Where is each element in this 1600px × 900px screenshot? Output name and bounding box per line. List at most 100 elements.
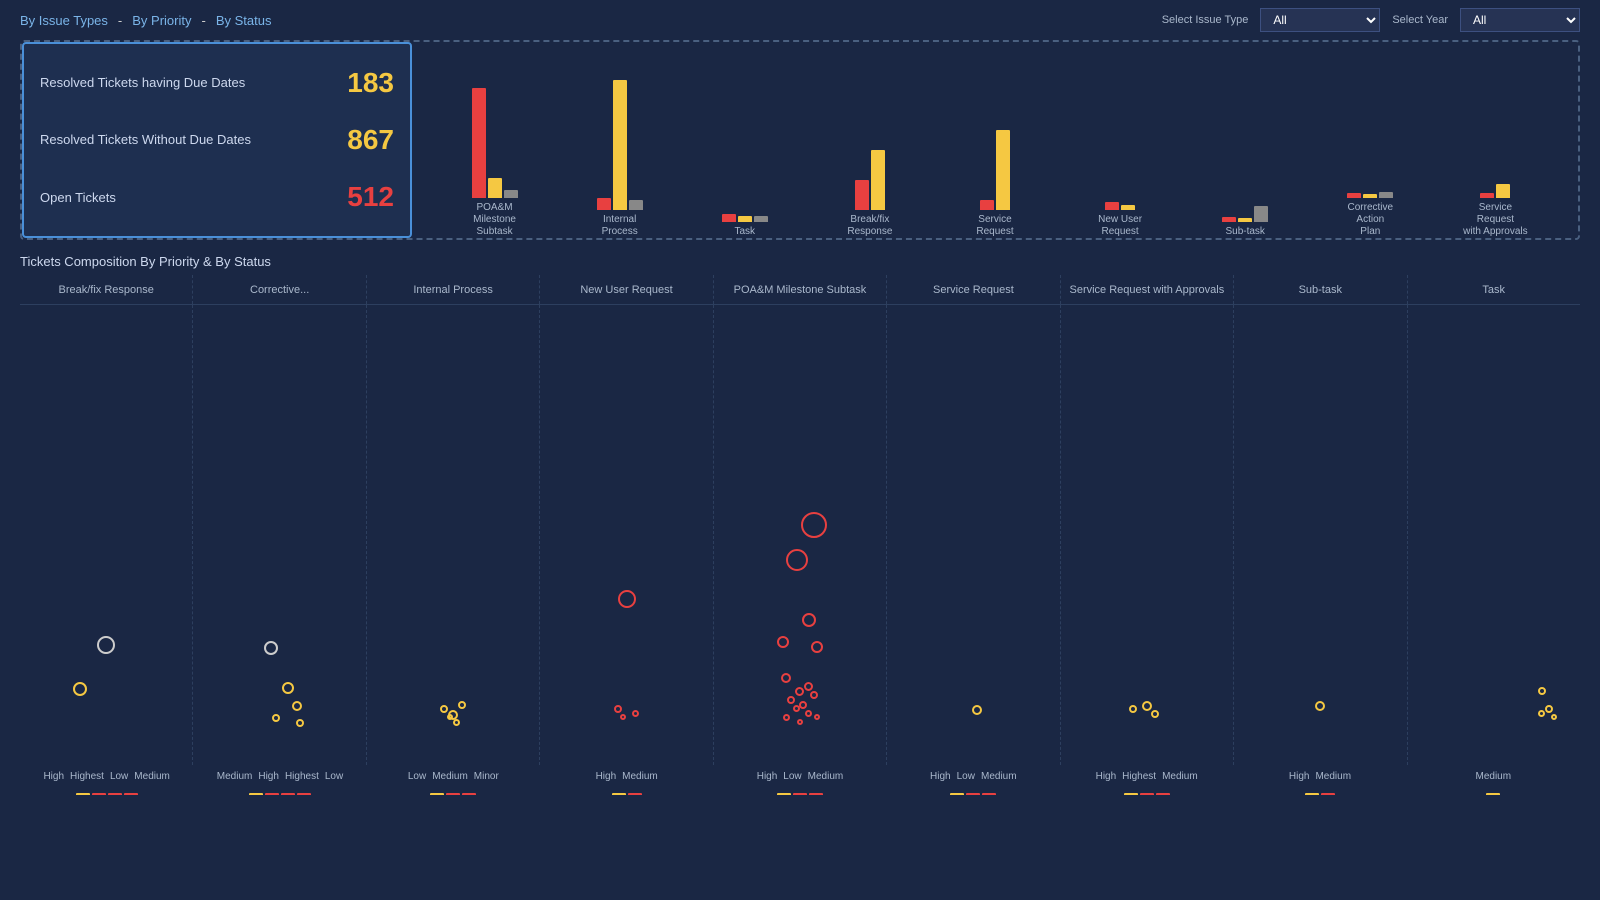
scatter-col-header-5: Service Request — [887, 275, 1060, 304]
bottom-bar-item — [92, 793, 106, 795]
filter-year-select[interactable]: All — [1460, 8, 1580, 32]
bottom-bar-item — [1305, 793, 1319, 795]
bottom-bar-item — [108, 793, 122, 795]
nav-by-status[interactable]: By Status — [216, 13, 272, 28]
bubble-16 — [801, 512, 827, 538]
bubble-22 — [804, 682, 813, 691]
bubble-1 — [73, 682, 87, 696]
scatter-col-header-7: Sub-task — [1234, 275, 1407, 304]
bubble-13 — [614, 705, 622, 713]
bottom-bar-group-0 — [20, 789, 193, 795]
scatter-col-header-6: Service Request with Approvals — [1061, 275, 1234, 304]
bubble-38 — [1545, 705, 1553, 713]
bubble-9 — [440, 705, 448, 713]
bubble-6 — [296, 719, 304, 727]
x-axis-label: Medium — [217, 771, 253, 782]
bar-5-0 — [1105, 202, 1119, 210]
bottom-bar-group-1 — [193, 789, 366, 795]
bottom-bar-item — [628, 793, 642, 795]
bottom-bar-item — [1124, 793, 1138, 795]
x-axis-group-1: MediumHighHighestLow — [193, 765, 366, 787]
bars-7 — [1347, 68, 1393, 198]
bubble-26 — [799, 701, 807, 709]
bar-group-4: Service Request — [932, 52, 1057, 238]
bar-group-0: POA&M MilestoneSubtask — [432, 52, 557, 238]
bubble-23 — [795, 687, 804, 696]
bubble-18 — [802, 613, 816, 627]
bottom-bar-row — [20, 789, 1580, 795]
bar-0-0 — [472, 88, 486, 198]
scatter-col-2 — [367, 305, 540, 765]
bottom-bar-item — [950, 793, 964, 795]
scatter-container: Break/fix ResponseCorrective...Internal … — [20, 275, 1580, 795]
scatter-header: Break/fix ResponseCorrective...Internal … — [20, 275, 1580, 305]
nav-by-issue-types[interactable]: By Issue Types — [20, 13, 108, 28]
scatter-body — [20, 305, 1580, 765]
summary-bar-area: Resolved Tickets having Due Dates 183 Re… — [20, 40, 1580, 240]
bottom-bar-item — [612, 793, 626, 795]
bar-label-5: New User Request — [1085, 214, 1155, 238]
bar-1-0 — [597, 198, 611, 210]
bars-0 — [472, 68, 518, 198]
bottom-bar-group-6 — [1060, 789, 1233, 795]
summary-card-open: Open Tickets 512 — [40, 177, 394, 217]
filter-issue-type-select[interactable]: All — [1260, 8, 1380, 32]
summary-cards: Resolved Tickets having Due Dates 183 Re… — [22, 42, 412, 238]
bubble-10 — [453, 719, 460, 726]
bottom-bar-group-2 — [367, 789, 540, 795]
scatter-col-7 — [1234, 305, 1407, 765]
scatter-col-6 — [1061, 305, 1234, 765]
bubble-27 — [793, 705, 800, 712]
resolved-due-value: 183 — [347, 67, 394, 99]
bar-5-1 — [1121, 205, 1135, 210]
bar-0-1 — [488, 178, 502, 198]
bottom-bar-item — [462, 793, 476, 795]
x-axis-label: Low — [957, 771, 975, 782]
scatter-col-header-0: Break/fix Response — [20, 275, 193, 304]
bubble-31 — [797, 719, 803, 725]
bar-1-2 — [629, 200, 643, 210]
bubble-8 — [458, 701, 466, 709]
x-axis-label: High — [43, 771, 64, 782]
x-axis-group-8: Medium — [1407, 765, 1580, 787]
bubble-36 — [1315, 701, 1325, 711]
bottom-bar-item — [1156, 793, 1170, 795]
bar-label-1: Internal Process — [585, 214, 655, 238]
bottom-bar-item — [249, 793, 263, 795]
separator-1: - — [118, 13, 122, 28]
bubble-30 — [814, 714, 820, 720]
x-axis-label: Minor — [474, 771, 499, 782]
bar-group-5: New User Request — [1058, 52, 1183, 238]
x-axis-label: Medium — [134, 771, 170, 782]
scatter-col-header-4: POA&M Milestone Subtask — [714, 275, 887, 304]
x-axis-label: High — [1096, 771, 1117, 782]
bubble-5 — [272, 714, 280, 722]
nav-by-priority[interactable]: By Priority — [132, 13, 191, 28]
x-axis-group-6: HighHighestMedium — [1060, 765, 1233, 787]
main-content: Resolved Tickets having Due Dates 183 Re… — [0, 40, 1600, 795]
bar-chart-area: POA&M MilestoneSubtask Internal Process Ta… — [412, 42, 1578, 238]
scatter-col-header-3: New User Request — [540, 275, 713, 304]
x-axis-label: Low — [408, 771, 426, 782]
bars-1 — [597, 80, 643, 210]
bottom-bar-item — [1140, 793, 1154, 795]
x-axis-group-5: HighLowMedium — [887, 765, 1060, 787]
bar-group-1: Internal Process — [557, 52, 682, 238]
x-axis-label: Highest — [70, 771, 104, 782]
bottom-bar-item — [982, 793, 996, 795]
bars-5 — [1105, 80, 1135, 210]
bubble-20 — [811, 641, 823, 653]
summary-card-resolved-no-due: Resolved Tickets Without Due Dates 867 — [40, 120, 394, 160]
bubble-12 — [618, 590, 636, 608]
bar-label-0: POA&M MilestoneSubtask — [460, 202, 530, 238]
bottom-bar-item — [281, 793, 295, 795]
top-navigation: By Issue Types - By Priority - By Status… — [0, 0, 1600, 40]
bar-group-8: Service Requestwith Approvals — [1433, 52, 1558, 238]
scatter-col-8 — [1408, 305, 1580, 765]
x-axis-group-0: HighHighestLowMedium — [20, 765, 193, 787]
x-axis-label: Low — [783, 771, 801, 782]
bar-6-0 — [1222, 217, 1236, 222]
bar-label-2: Task — [734, 226, 755, 238]
bubble-39 — [1538, 710, 1545, 717]
bubble-21 — [781, 673, 791, 683]
